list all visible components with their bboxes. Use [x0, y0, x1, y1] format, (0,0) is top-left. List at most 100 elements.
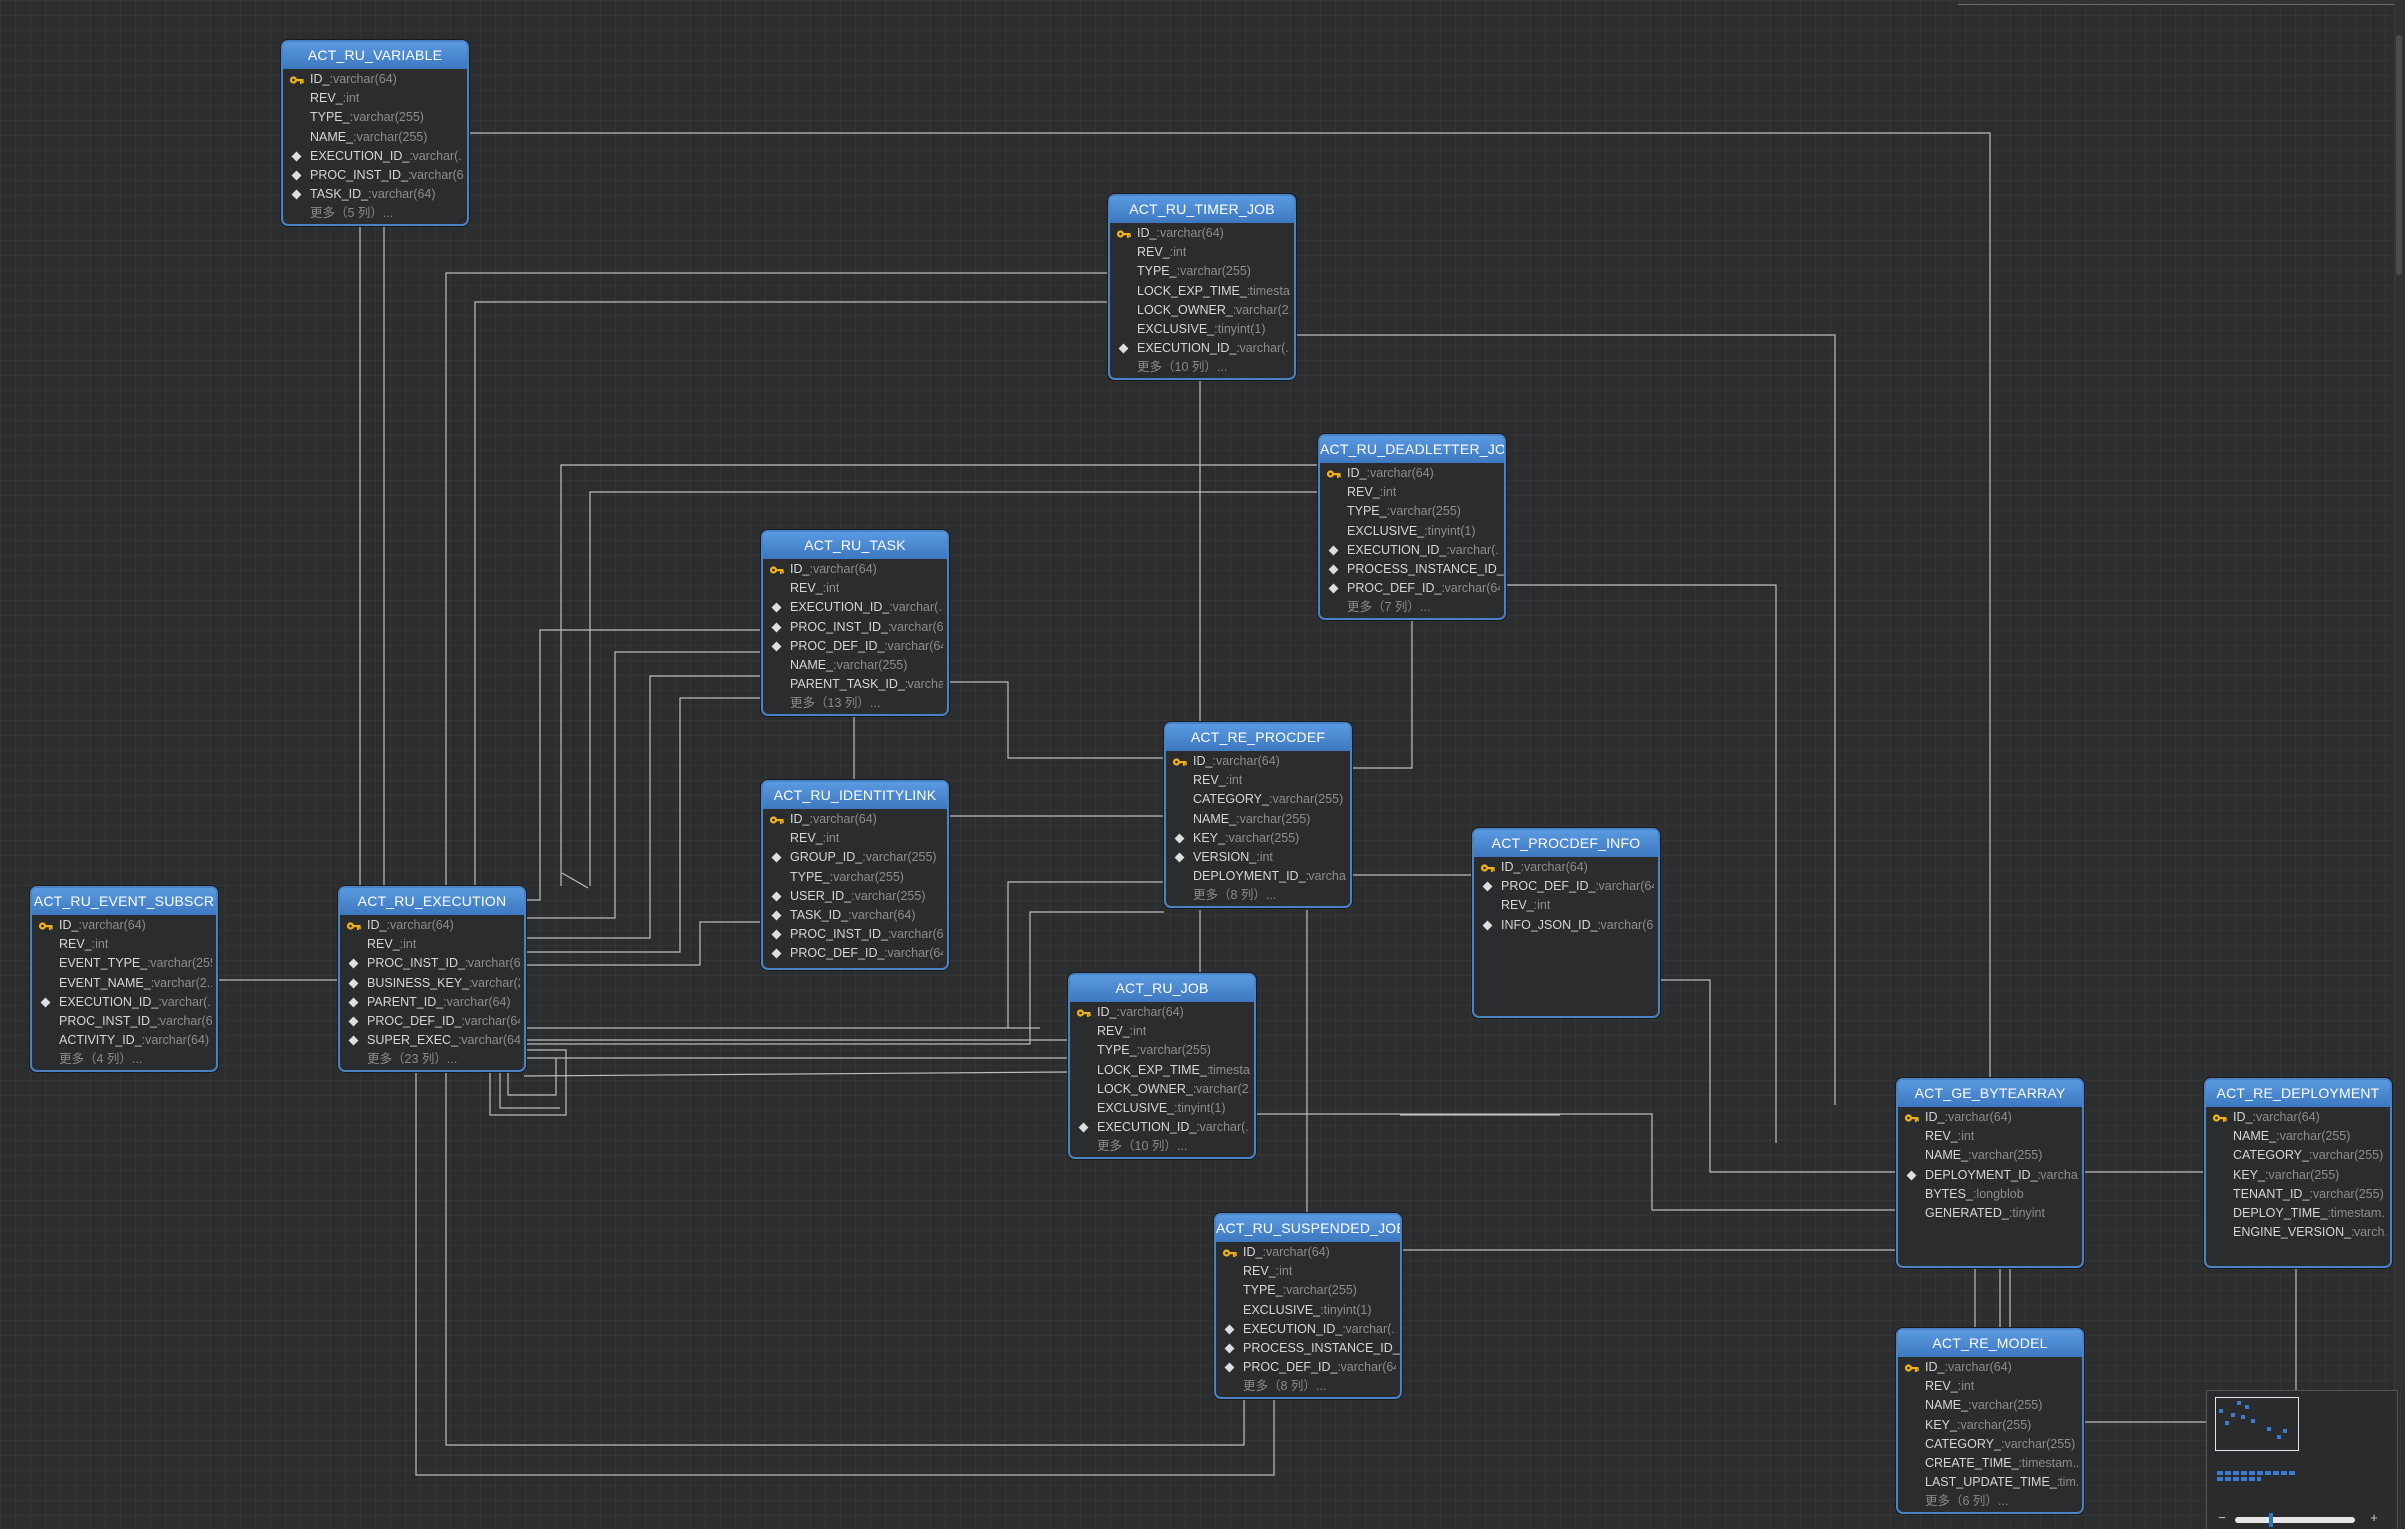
- column-row[interactable]: ID_: varchar(64): [1110, 224, 1294, 243]
- column-row[interactable]: ID_: varchar(64): [1320, 464, 1504, 483]
- more-columns-link[interactable]: 更多（10 列）...: [1110, 358, 1294, 377]
- more-columns-link[interactable]: 更多（8 列）...: [1166, 886, 1350, 905]
- column-row[interactable]: REV_: int: [1474, 896, 1658, 915]
- column-row[interactable]: ID_: varchar(64): [1070, 1003, 1254, 1022]
- column-row[interactable]: EVENT_NAME_: varchar(2...: [32, 974, 216, 993]
- entity-title[interactable]: ACT_PROCDEF_INFO: [1474, 830, 1658, 857]
- column-row[interactable]: PROC_INST_ID_: varchar(64): [32, 1012, 216, 1031]
- column-row[interactable]: EXCLUSIVE_: tinyint(1): [1110, 320, 1294, 339]
- entity-title[interactable]: ACT_RE_MODEL: [1898, 1330, 2082, 1357]
- entity-title[interactable]: ACT_RE_DEPLOYMENT: [2206, 1080, 2390, 1107]
- more-columns-link[interactable]: 更多（5 列）...: [283, 204, 467, 223]
- entity-variable[interactable]: ACT_RU_VARIABLE ID_: varchar(64) REV_: int…: [281, 40, 469, 226]
- column-row[interactable]: PROCESS_INSTANCE_ID_: ...: [1216, 1339, 1400, 1358]
- column-row[interactable]: REV_: int: [763, 829, 947, 848]
- column-row[interactable]: PROC_DEF_ID_: varchar(64): [1474, 877, 1658, 896]
- column-row[interactable]: EXECUTION_ID_: varchar(...: [1110, 339, 1294, 358]
- entity-identitylink[interactable]: ACT_RU_IDENTITYLINK ID_: varchar(64) REV_:…: [761, 780, 949, 970]
- column-row[interactable]: ID_: varchar(64): [340, 916, 524, 935]
- entity-title[interactable]: ACT_RU_TIMER_JOB: [1110, 196, 1294, 223]
- column-row[interactable]: REV_: int: [1898, 1127, 2082, 1146]
- vertical-scrollbar-thumb[interactable]: [2396, 35, 2402, 275]
- entity-eventsubscr[interactable]: ACT_RU_EVENT_SUBSCR ID_: varchar(64) REV_:…: [30, 886, 218, 1072]
- column-row[interactable]: ID_: varchar(64): [1474, 858, 1658, 877]
- column-row[interactable]: PROC_DEF_ID_: varchar(64): [763, 944, 947, 963]
- column-row[interactable]: PROCESS_INSTANCE_ID_: ...: [1320, 560, 1504, 579]
- column-row[interactable]: NAME_: varchar(255): [763, 656, 947, 675]
- column-row[interactable]: REV_: int: [763, 579, 947, 598]
- column-row[interactable]: EVENT_TYPE_: varchar(255): [32, 954, 216, 973]
- entity-title[interactable]: ACT_GE_BYTEARRAY: [1898, 1080, 2082, 1107]
- column-row[interactable]: REV_: int: [1070, 1022, 1254, 1041]
- column-row[interactable]: PROC_INST_ID_: varchar(64): [340, 954, 524, 973]
- column-row[interactable]: USER_ID_: varchar(255): [763, 887, 947, 906]
- column-row[interactable]: DEPLOYMENT_ID_: varcha...: [1166, 867, 1350, 886]
- column-row[interactable]: TASK_ID_: varchar(64): [763, 906, 947, 925]
- entity-execution[interactable]: ACT_RU_EXECUTION ID_: varchar(64) REV_: in…: [338, 886, 526, 1072]
- zoom-slider-thumb[interactable]: [2269, 1513, 2273, 1527]
- more-columns-link[interactable]: 更多（10 列）...: [1070, 1137, 1254, 1156]
- column-row[interactable]: REV_: int: [283, 89, 467, 108]
- column-row[interactable]: PROC_INST_ID_: varchar(64): [763, 618, 947, 637]
- column-row[interactable]: GENERATED_: tinyint: [1898, 1204, 2082, 1223]
- entity-procdefinfo[interactable]: ACT_PROCDEF_INFO ID_: varchar(64) PROC_DEF…: [1472, 828, 1660, 1018]
- entity-task[interactable]: ACT_RU_TASK ID_: varchar(64) REV_: int EXEC…: [761, 530, 949, 716]
- column-row[interactable]: NAME_: varchar(255): [2206, 1127, 2390, 1146]
- minimap-panel[interactable]: − +: [2206, 1390, 2398, 1529]
- column-row[interactable]: CREATE_TIME_: timestam...: [1898, 1454, 2082, 1473]
- column-row[interactable]: EXECUTION_ID_: varchar(...: [763, 598, 947, 617]
- column-row[interactable]: TYPE_: varchar(255): [1070, 1041, 1254, 1060]
- column-row[interactable]: TASK_ID_: varchar(64): [283, 185, 467, 204]
- column-row[interactable]: PROC_DEF_ID_: varchar(64): [1320, 579, 1504, 598]
- entity-title[interactable]: ACT_RE_PROCDEF: [1166, 724, 1350, 751]
- column-row[interactable]: PROC_DEF_ID_: varchar(64): [340, 1012, 524, 1031]
- column-row[interactable]: LAST_UPDATE_TIME_: tim...: [1898, 1473, 2082, 1492]
- column-row[interactable]: VERSION_: int: [1166, 848, 1350, 867]
- more-columns-link[interactable]: 更多（4 列）...: [32, 1050, 216, 1069]
- entity-job[interactable]: ACT_RU_JOB ID_: varchar(64) REV_: int TYPE_…: [1068, 973, 1256, 1159]
- entity-deployment[interactable]: ACT_RE_DEPLOYMENT ID_: varchar(64) NAME_: …: [2204, 1078, 2392, 1268]
- entity-title[interactable]: ACT_RU_IDENTITYLINK: [763, 782, 947, 809]
- zoom-out-icon[interactable]: −: [2215, 1511, 2229, 1525]
- entity-title[interactable]: ACT_RU_TASK: [763, 532, 947, 559]
- column-row[interactable]: GROUP_ID_: varchar(255): [763, 848, 947, 867]
- column-row[interactable]: KEY_: varchar(255): [1898, 1416, 2082, 1435]
- column-row[interactable]: BUSINESS_KEY_: varchar(2...: [340, 974, 524, 993]
- entity-title[interactable]: ACT_RU_VARIABLE: [283, 42, 467, 69]
- column-row[interactable]: REV_: int: [1216, 1262, 1400, 1281]
- column-row[interactable]: TYPE_: varchar(255): [1110, 262, 1294, 281]
- column-row[interactable]: LOCK_OWNER_: varchar(2...: [1070, 1080, 1254, 1099]
- more-columns-link[interactable]: 更多（7 列）...: [1320, 598, 1504, 617]
- column-row[interactable]: REV_: int: [1166, 771, 1350, 790]
- entity-suspended[interactable]: ACT_RU_SUSPENDED_JOB ID_: varchar(64) REV_…: [1214, 1213, 1402, 1399]
- column-row[interactable]: TYPE_: varchar(255): [283, 108, 467, 127]
- column-row[interactable]: EXECUTION_ID_: varchar(...: [283, 147, 467, 166]
- column-row[interactable]: KEY_: varchar(255): [1166, 829, 1350, 848]
- column-row[interactable]: NAME_: varchar(255): [1166, 810, 1350, 829]
- column-row[interactable]: ID_: varchar(64): [2206, 1108, 2390, 1127]
- column-row[interactable]: SUPER_EXEC_: varchar(64): [340, 1031, 524, 1050]
- zoom-slider[interactable]: [2235, 1517, 2355, 1523]
- column-row[interactable]: CATEGORY_: varchar(255): [2206, 1146, 2390, 1165]
- column-row[interactable]: DEPLOY_TIME_: timestam...: [2206, 1204, 2390, 1223]
- column-row[interactable]: BYTES_: longblob: [1898, 1185, 2082, 1204]
- column-row[interactable]: ENGINE_VERSION_: varch...: [2206, 1223, 2390, 1242]
- column-row[interactable]: PROC_INST_ID_: varchar(64): [283, 166, 467, 185]
- column-row[interactable]: TYPE_: varchar(255): [1216, 1281, 1400, 1300]
- column-row[interactable]: PARENT_TASK_ID_: varcha...: [763, 675, 947, 694]
- column-row[interactable]: NAME_: varchar(255): [1898, 1396, 2082, 1415]
- column-row[interactable]: NAME_: varchar(255): [1898, 1146, 2082, 1165]
- column-row[interactable]: CATEGORY_: varchar(255): [1898, 1435, 2082, 1454]
- more-columns-link[interactable]: 更多（23 列）...: [340, 1050, 524, 1069]
- zoom-in-icon[interactable]: +: [2367, 1511, 2381, 1525]
- column-row[interactable]: REV_: int: [1898, 1377, 2082, 1396]
- column-row[interactable]: LOCK_EXP_TIME_: timesta...: [1110, 282, 1294, 301]
- entity-deadletter[interactable]: ACT_RU_DEADLETTER_JOB ID_: varchar(64) REV…: [1318, 434, 1506, 620]
- column-row[interactable]: ID_: varchar(64): [763, 810, 947, 829]
- column-row[interactable]: ID_: varchar(64): [763, 560, 947, 579]
- column-row[interactable]: EXCLUSIVE_: tinyint(1): [1320, 522, 1504, 541]
- entity-timer[interactable]: ACT_RU_TIMER_JOB ID_: varchar(64) REV_: in…: [1108, 194, 1296, 380]
- entity-title[interactable]: ACT_RU_EXECUTION: [340, 888, 524, 915]
- entity-title[interactable]: ACT_RU_SUSPENDED_JOB: [1216, 1215, 1400, 1242]
- column-row[interactable]: EXECUTION_ID_: varchar(...: [1320, 541, 1504, 560]
